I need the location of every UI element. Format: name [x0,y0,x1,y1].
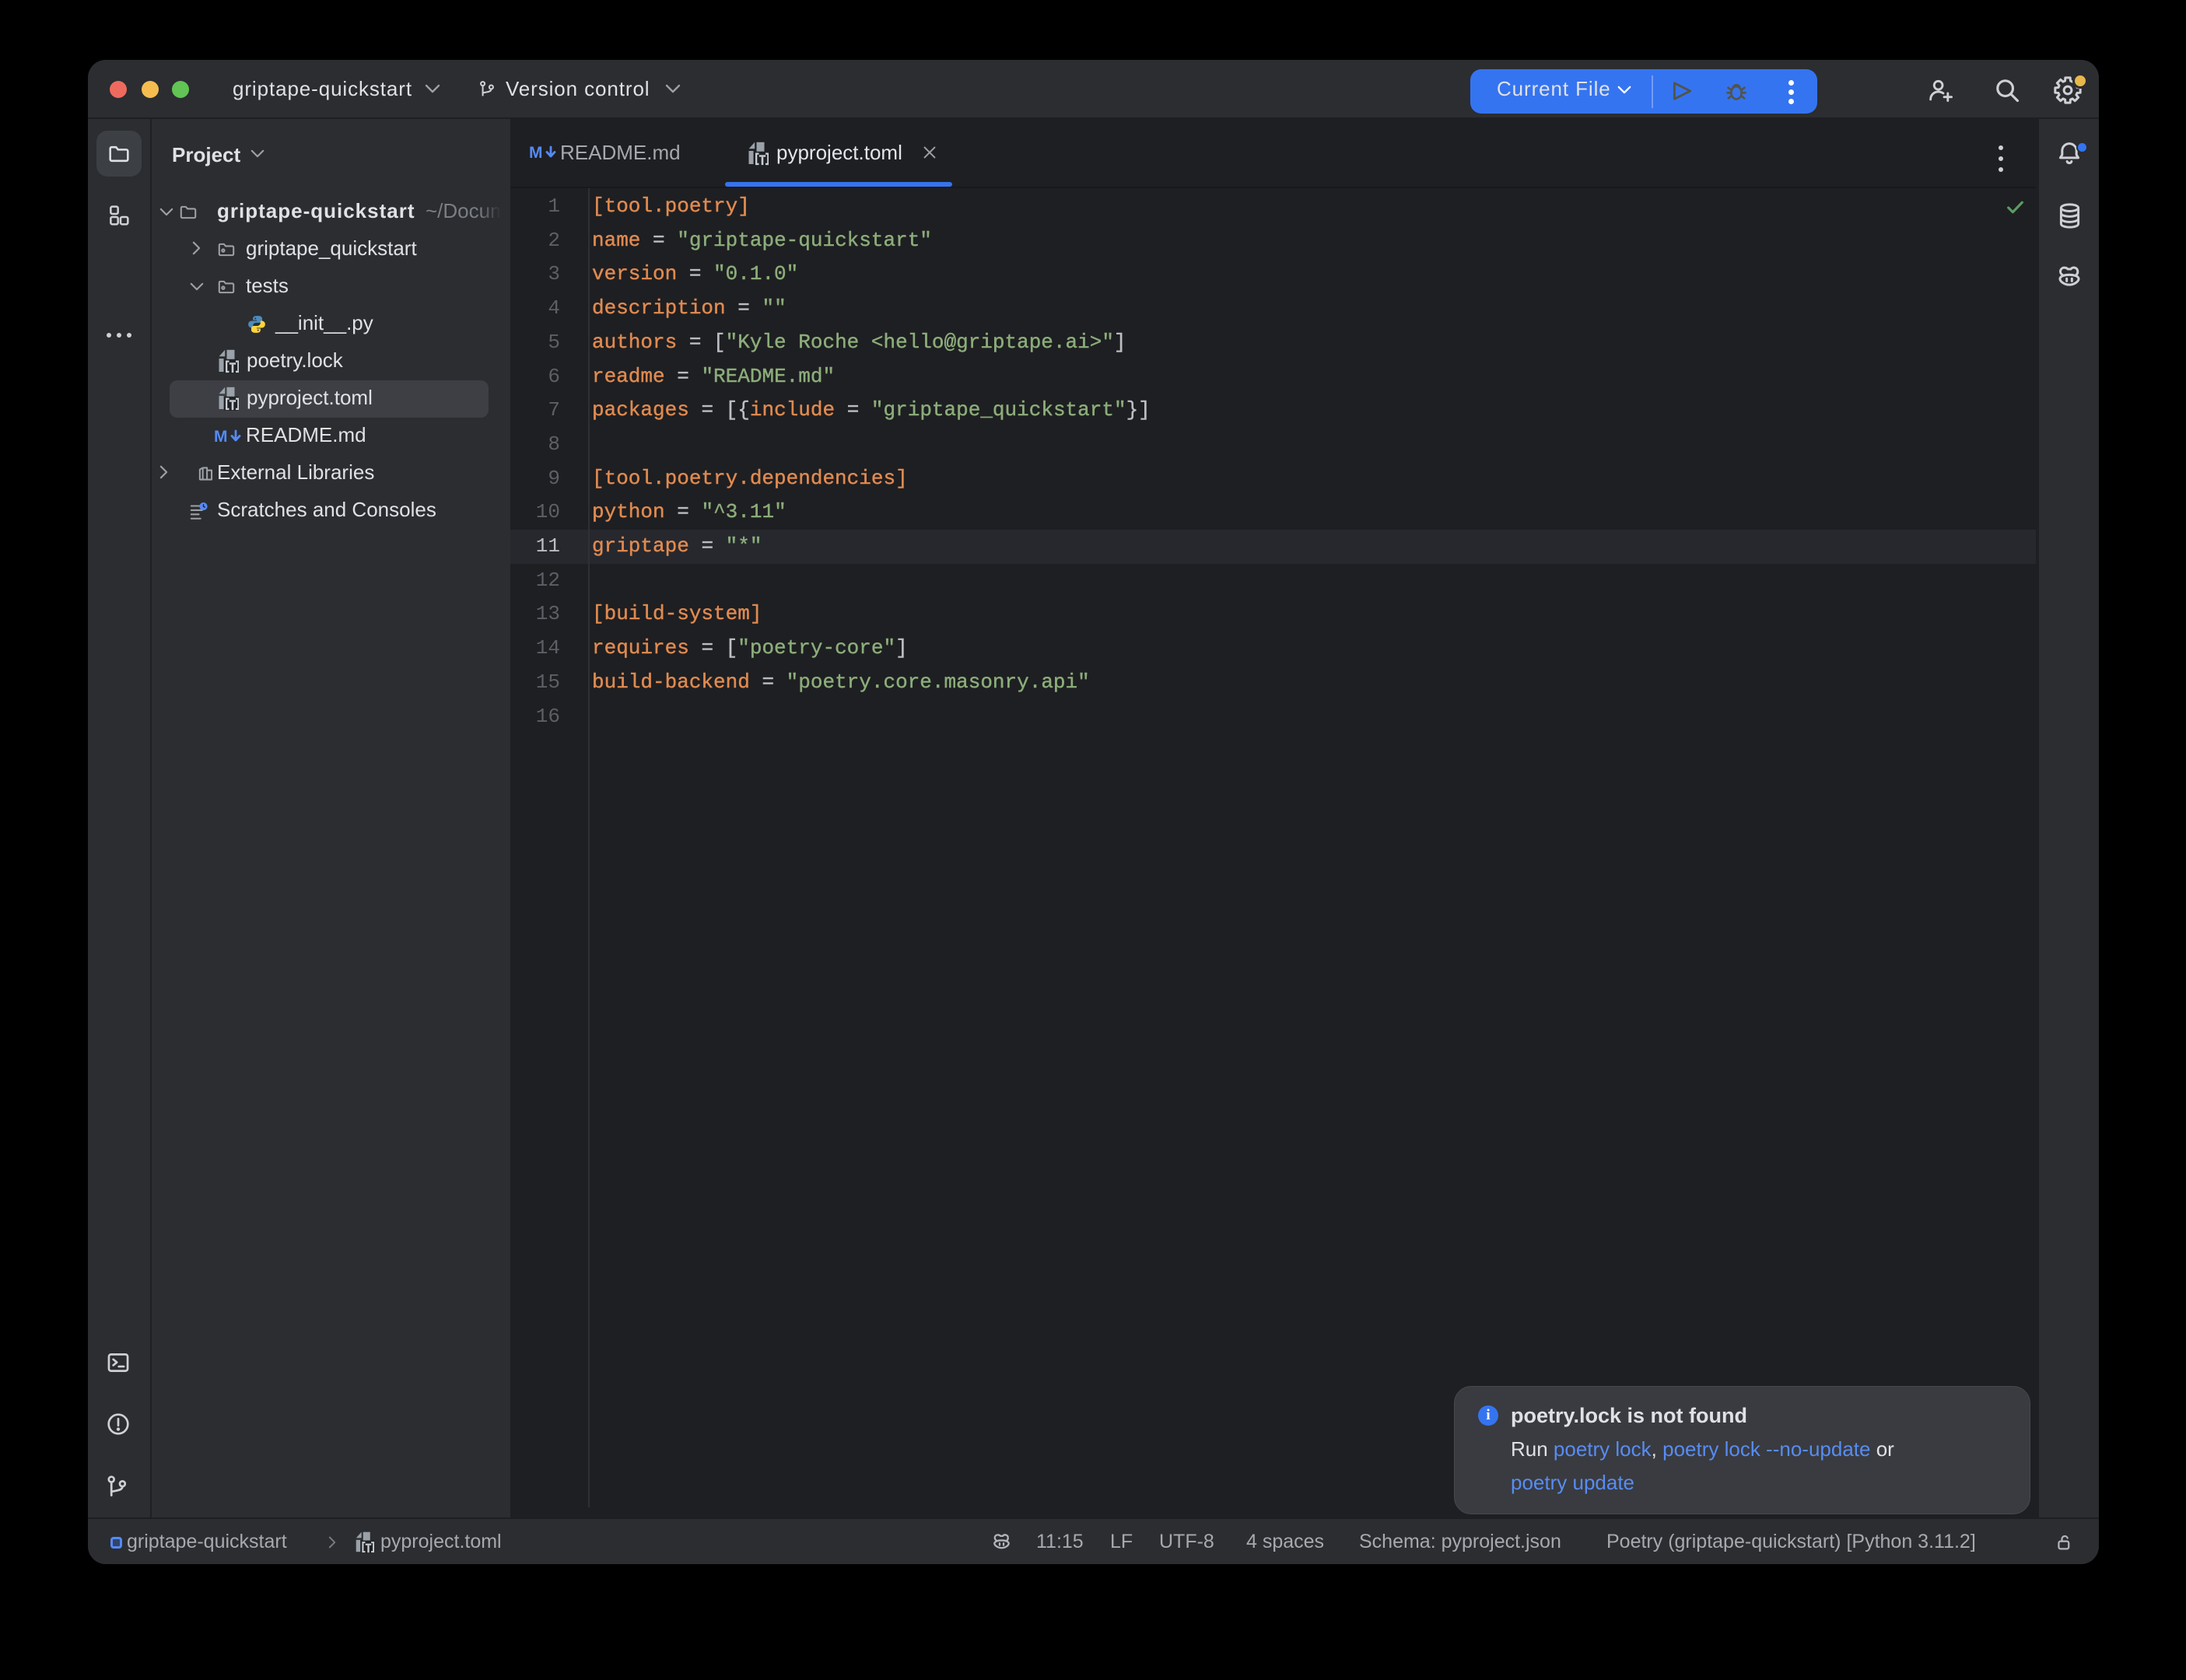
svg-text:M: M [214,428,228,446]
svg-text:M: M [529,144,543,162]
